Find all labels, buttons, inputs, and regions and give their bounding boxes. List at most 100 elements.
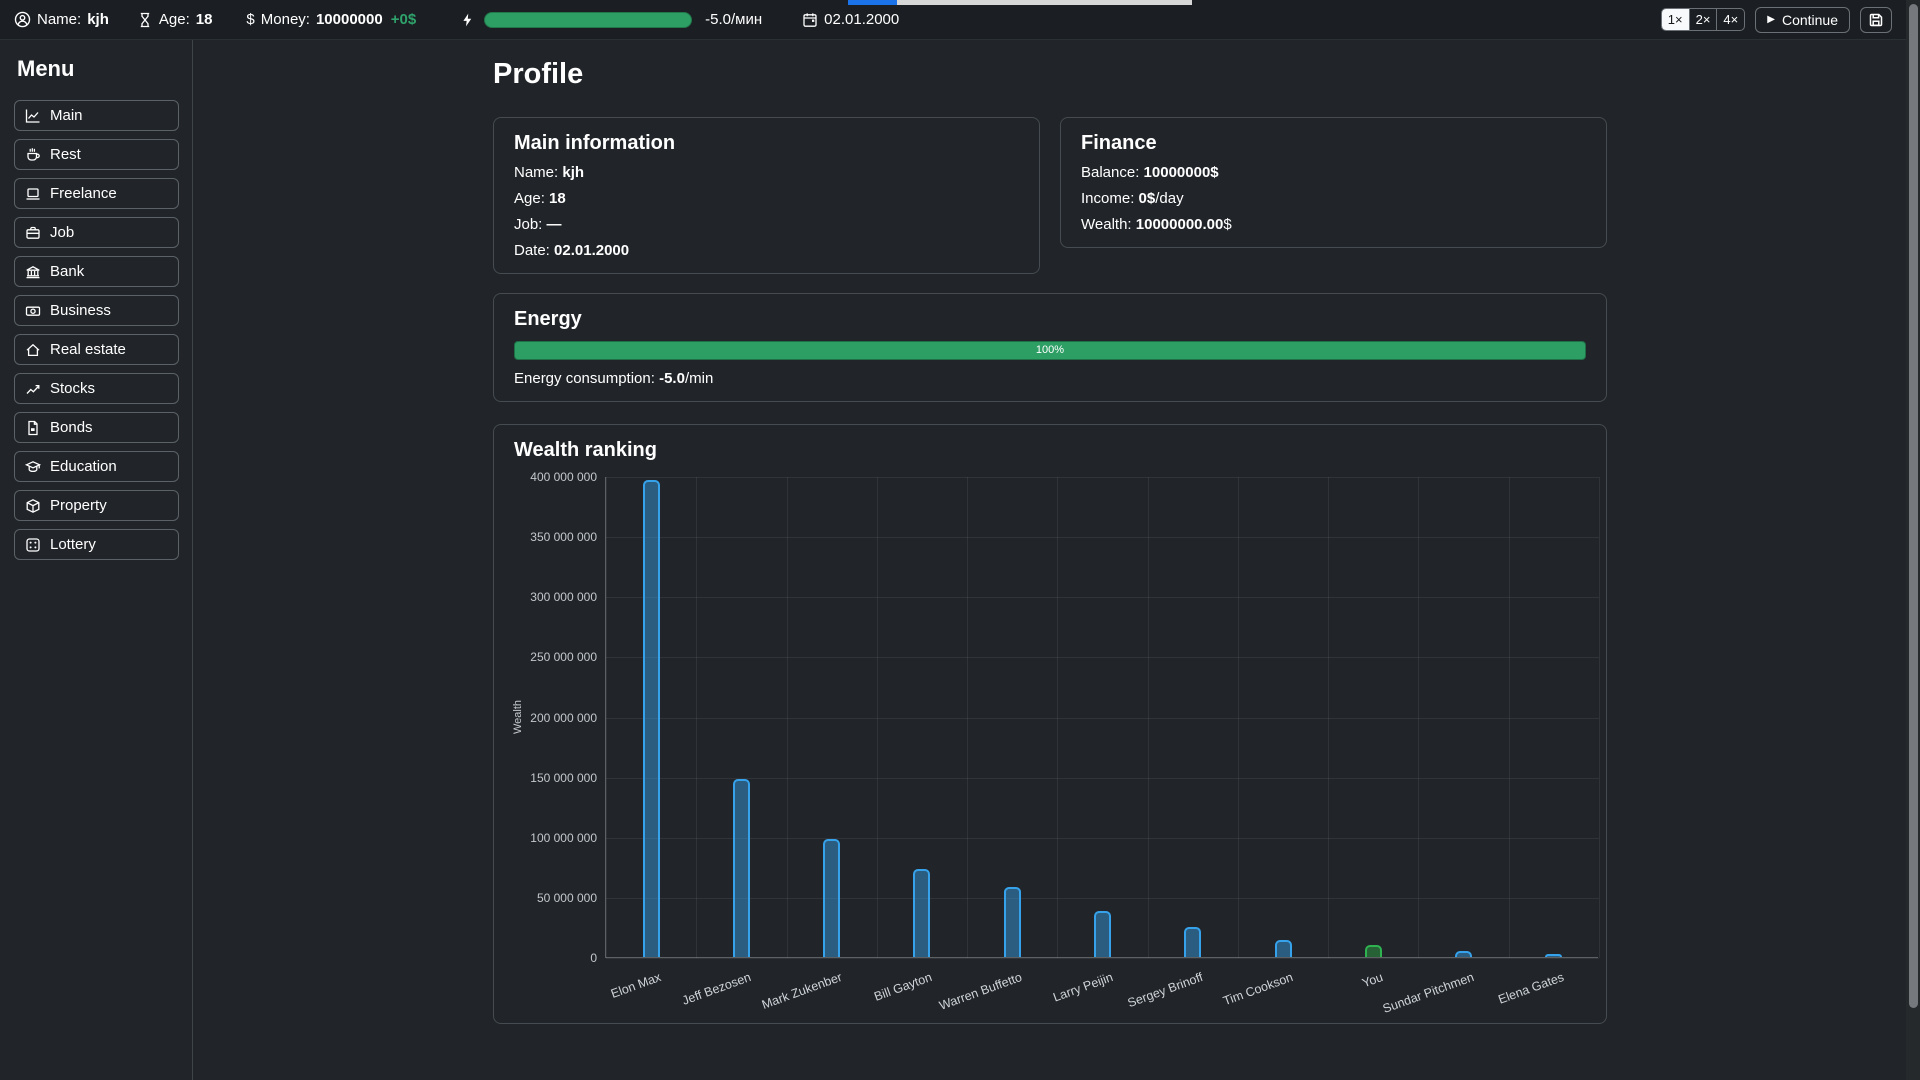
chart-bar	[1455, 951, 1472, 957]
chart-x-label: You	[1360, 970, 1385, 990]
chart-x-label: Warren Buffetto	[938, 970, 1024, 1013]
sidebar-item-label: Real estate	[50, 341, 126, 358]
sidebar-item-label: Stocks	[50, 380, 95, 397]
chart-gridline	[1599, 477, 1600, 958]
info-row-name: Name: kjh	[514, 164, 1019, 181]
top-progress-slider-filled	[848, 0, 897, 5]
info-row-date: Date: 02.01.2000	[514, 242, 1019, 259]
speed-2x-button[interactable]: 2×	[1690, 9, 1718, 30]
name-value: kjh	[87, 11, 109, 28]
sidebar-item-main[interactable]: Main	[14, 100, 179, 131]
sidebar-item-label: Bonds	[50, 419, 93, 436]
graph-up-icon	[25, 381, 41, 397]
speed-4x-button[interactable]: 4×	[1717, 9, 1744, 30]
chart-x-label: Jeff Bezosen	[681, 970, 753, 1008]
bank-icon	[25, 264, 41, 280]
sidebar-item-label: Rest	[50, 146, 81, 163]
sidebar-item-bonds[interactable]: Bonds	[14, 412, 179, 443]
chart-gridline	[787, 477, 788, 958]
chart-bar	[913, 869, 930, 957]
navbar-controls: 1× 2× 4× ▶ Continue	[1661, 7, 1906, 33]
dollar-icon: $	[246, 11, 254, 28]
continue-label: Continue	[1782, 12, 1838, 28]
chart-y-tick-label: 200 000 000	[494, 711, 597, 725]
top-progress-slider[interactable]	[848, 0, 1192, 5]
energy-consumption-row: Energy consumption: -5.0/min	[514, 370, 1586, 387]
chart-y-tick-label: 150 000 000	[494, 771, 597, 785]
chart-x-label: Bill Gayton	[872, 970, 934, 1004]
page-scrollbar[interactable]	[1906, 0, 1920, 1080]
sidebar-item-label: Education	[50, 458, 117, 475]
sidebar-item-education[interactable]: Education	[14, 451, 179, 482]
finance-row-wealth: Wealth: 10000000.00$	[1081, 216, 1586, 233]
chart-gridline	[606, 657, 1599, 658]
scrollbar-thumb[interactable]	[1909, 4, 1918, 1008]
sidebar-item-business[interactable]: Business	[14, 295, 179, 326]
chart-gridline	[606, 898, 1599, 899]
sidebar-item-property[interactable]: Property	[14, 490, 179, 521]
sidebar-item-real-estate[interactable]: Real estate	[14, 334, 179, 365]
speed-1x-button[interactable]: 1×	[1662, 9, 1690, 30]
chart-gridline	[606, 537, 1599, 538]
sidebar-item-rest[interactable]: Rest	[14, 139, 179, 170]
player-name-status: Name: kjh	[14, 11, 109, 28]
house-icon	[25, 342, 41, 358]
menu-title: Menu	[17, 56, 178, 82]
chart-gridline	[967, 477, 968, 958]
sidebar-item-lottery[interactable]: Lottery	[14, 529, 179, 560]
chart-gridline	[606, 838, 1599, 839]
chart-x-label: Sundar Pitchmen	[1380, 970, 1475, 1016]
energy-title: Energy	[514, 308, 1586, 331]
chart-bar	[1365, 945, 1382, 957]
energy-card: Energy 100% Energy consumption: -5.0/min	[493, 293, 1607, 402]
top-navbar: Name: kjh Age: 18 $ Money: 10000000 +0$ …	[0, 0, 1920, 40]
energy-rate: -5.0/мин	[705, 11, 762, 28]
chart-bar	[1545, 954, 1562, 957]
player-money-status: $ Money: 10000000 +0$	[246, 11, 416, 28]
finance-row-balance: Balance: 10000000$	[1081, 164, 1586, 181]
finance-title: Finance	[1081, 132, 1586, 155]
chart-y-tick-label: 250 000 000	[494, 650, 597, 664]
chart-gridline	[1418, 477, 1419, 958]
save-button[interactable]	[1860, 7, 1892, 33]
chart-bar	[823, 839, 840, 957]
player-age-status: Age: 18	[137, 11, 213, 28]
cup-icon	[25, 147, 41, 163]
money-delta: +0$	[391, 11, 416, 28]
sidebar-item-stocks[interactable]: Stocks	[14, 373, 179, 404]
chart-y-tick-label: 0	[494, 951, 597, 965]
laptop-icon	[25, 186, 41, 202]
finance-row-income: Income: 0$/day	[1081, 190, 1586, 207]
sidebar-item-job[interactable]: Job	[14, 217, 179, 248]
chart-gridline	[1148, 477, 1149, 958]
main-information-title: Main information	[514, 132, 1019, 155]
sidebar-item-freelance[interactable]: Freelance	[14, 178, 179, 209]
chart-x-label: Mark Zukenber	[760, 970, 844, 1012]
sidebar-item-label: Main	[50, 107, 83, 124]
wealth-ranking-card: Wealth ranking Wealth 050 000 000100 000…	[493, 424, 1607, 1024]
wealth-ranking-title: Wealth ranking	[514, 439, 1586, 462]
chart-x-label: Larry Peijin	[1051, 970, 1115, 1005]
chart-gridline	[877, 477, 878, 958]
briefcase-icon	[25, 225, 41, 241]
continue-button[interactable]: ▶ Continue	[1755, 7, 1850, 33]
page-title: Profile	[493, 58, 1607, 91]
chart-y-tick-label: 300 000 000	[494, 590, 597, 604]
chart-x-label: Elena Gates	[1496, 970, 1565, 1007]
chart-bar	[643, 480, 660, 957]
chart-gridline	[606, 597, 1599, 598]
person-circle-icon	[14, 11, 31, 28]
chart-gridline	[606, 718, 1599, 719]
box-icon	[25, 498, 41, 514]
chart-y-tick-label: 350 000 000	[494, 530, 597, 544]
chart-y-tick-label: 50 000 000	[494, 891, 597, 905]
chart-gridline	[1238, 477, 1239, 958]
sidebar-item-label: Bank	[50, 263, 84, 280]
top-progress-slider-track	[897, 0, 1192, 5]
money-value: 10000000	[316, 11, 383, 28]
chart-x-label: Sergey Brinoff	[1126, 970, 1205, 1010]
sidebar-item-label: Property	[50, 497, 107, 514]
sidebar-item-bank[interactable]: Bank	[14, 256, 179, 287]
money-label: Money:	[261, 11, 310, 28]
chart-x-label: Elon Max	[609, 970, 663, 1001]
